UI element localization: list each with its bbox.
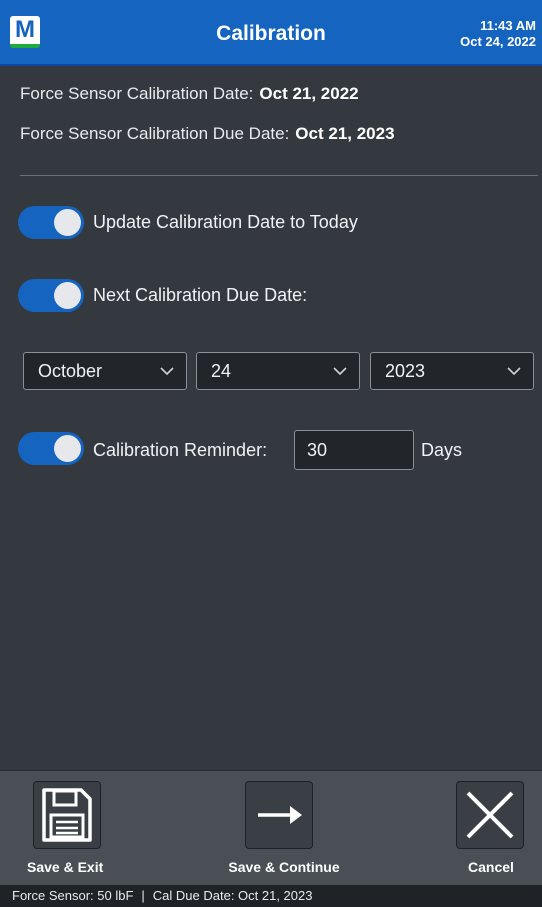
calibration-date-value: Oct 21, 2022 bbox=[259, 84, 359, 103]
calibration-date-label: Force Sensor Calibration Date: bbox=[20, 84, 254, 103]
clock: 11:43 AM Oct 24, 2022 bbox=[460, 18, 536, 50]
calibration-due-date-label: Force Sensor Calibration Due Date: bbox=[20, 124, 290, 143]
calibration-date-info: Force Sensor Calibration Date: Oct 21, 20… bbox=[20, 84, 359, 104]
toggle-knob bbox=[54, 209, 81, 236]
chevron-down-icon bbox=[160, 367, 174, 376]
save-continue-button[interactable] bbox=[245, 781, 313, 849]
reminder-days-input[interactable] bbox=[294, 430, 414, 470]
due-day-value: 24 bbox=[211, 361, 232, 381]
status-separator: | bbox=[141, 888, 145, 903]
bottom-toolbar: Save & Exit Save & Continue Cancel bbox=[0, 770, 542, 885]
arrow-right-icon bbox=[258, 806, 302, 824]
status-bar: Force Sensor: 50 lbF | Cal Due Date: Oct 2… bbox=[0, 885, 542, 907]
update-calibration-date-toggle[interactable] bbox=[18, 206, 84, 239]
cancel-button[interactable] bbox=[456, 781, 524, 849]
clock-time: 11:43 AM bbox=[480, 18, 536, 33]
due-month-select[interactable]: October bbox=[23, 352, 187, 390]
section-divider bbox=[20, 175, 538, 176]
due-month-value: October bbox=[38, 361, 103, 381]
update-calibration-date-label: Update Calibration Date to Today bbox=[93, 212, 358, 232]
toggle-knob bbox=[54, 435, 81, 462]
calibration-reminder-toggle[interactable] bbox=[18, 432, 84, 465]
calibration-due-date-info: Force Sensor Calibration Due Date: Oct 21… bbox=[20, 124, 395, 144]
close-x-icon bbox=[466, 791, 514, 839]
calibration-due-date-value: Oct 21, 2023 bbox=[295, 124, 395, 143]
save-exit-button[interactable] bbox=[33, 781, 101, 849]
chevron-down-icon bbox=[333, 367, 347, 376]
floppy-disk-icon bbox=[42, 788, 92, 842]
chevron-down-icon bbox=[507, 367, 521, 376]
next-due-date-label: Next Calibration Due Date: bbox=[93, 285, 308, 305]
clock-date: Oct 24, 2022 bbox=[460, 34, 536, 49]
status-cal-due: Cal Due Date: Oct 21, 2023 bbox=[152, 888, 313, 903]
reminder-days-unit: Days bbox=[421, 440, 463, 460]
app-header: M Calibration 11:43 AM Oct 24, 2022 bbox=[0, 0, 542, 66]
toggle-knob bbox=[54, 282, 81, 309]
status-sensor: Force Sensor: 50 lbF bbox=[12, 888, 134, 903]
cancel-label: Cancel bbox=[468, 859, 514, 875]
next-due-date-toggle[interactable] bbox=[18, 279, 84, 312]
due-year-select[interactable]: 2023 bbox=[370, 352, 534, 390]
due-day-select[interactable]: 24 bbox=[196, 352, 360, 390]
calibration-reminder-label: Calibration Reminder: bbox=[93, 440, 268, 460]
save-exit-label: Save & Exit bbox=[27, 859, 104, 875]
due-year-value: 2023 bbox=[385, 361, 426, 381]
save-continue-label: Save & Continue bbox=[228, 859, 340, 875]
